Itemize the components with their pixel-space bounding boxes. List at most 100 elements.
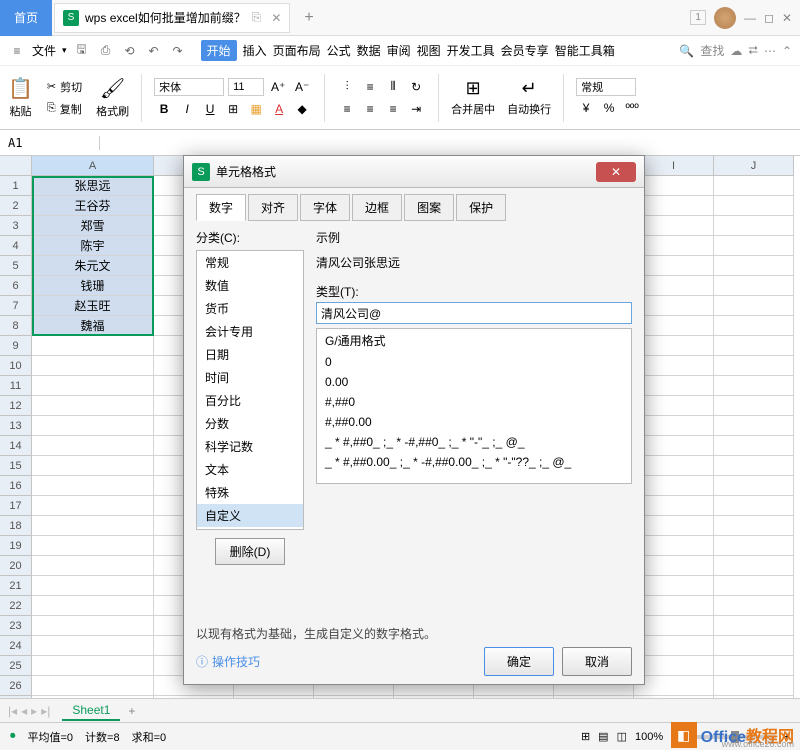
tab-formula[interactable]: 公式 xyxy=(327,42,351,59)
cell[interactable] xyxy=(32,476,154,496)
cell[interactable]: 钱珊 xyxy=(32,276,154,296)
row-header[interactable]: 13 xyxy=(0,416,32,436)
comma-icon[interactable]: ººº xyxy=(622,98,642,118)
cell[interactable] xyxy=(32,496,154,516)
tab-member[interactable]: 会员专享 xyxy=(501,42,549,59)
cell[interactable] xyxy=(714,236,794,256)
row-header[interactable]: 10 xyxy=(0,356,32,376)
italic-button[interactable]: I xyxy=(177,99,197,119)
tab-border[interactable]: 边框 xyxy=(352,194,402,221)
cell[interactable] xyxy=(32,376,154,396)
tab-dev-tools[interactable]: 开发工具 xyxy=(447,42,495,59)
cell[interactable] xyxy=(714,216,794,236)
cell[interactable] xyxy=(714,176,794,196)
cell[interactable] xyxy=(714,356,794,376)
category-item[interactable]: 数值 xyxy=(197,274,303,297)
cell[interactable]: 赵玉旺 xyxy=(32,296,154,316)
cell[interactable] xyxy=(32,436,154,456)
row-header[interactable]: 18 xyxy=(0,516,32,536)
highlight-button[interactable]: ◆ xyxy=(292,99,312,119)
search-label[interactable]: 查找 xyxy=(700,42,724,59)
tab-review[interactable]: 审阅 xyxy=(387,42,411,59)
prev-sheet-icon[interactable]: ◂ xyxy=(21,704,27,718)
type-item[interactable]: _ * #,##0.00_ ;_ * -#,##0.00_ ;_ * "-"??… xyxy=(317,452,631,472)
cell[interactable]: 郑雪 xyxy=(32,216,154,236)
border-button[interactable]: ⊞ xyxy=(223,99,243,119)
tab-font[interactable]: 字体 xyxy=(300,194,350,221)
row-header[interactable]: 1 xyxy=(0,176,32,196)
category-item[interactable]: 自定义 xyxy=(197,504,303,527)
row-header[interactable]: 23 xyxy=(0,616,32,636)
row-header[interactable]: 26 xyxy=(0,676,32,696)
view-break-icon[interactable]: ◫ xyxy=(617,730,627,743)
row-header[interactable]: 3 xyxy=(0,216,32,236)
type-item[interactable]: G/通用格式 xyxy=(317,329,631,352)
cell[interactable] xyxy=(634,316,714,336)
cell[interactable] xyxy=(634,636,714,656)
cell[interactable] xyxy=(634,496,714,516)
cell[interactable] xyxy=(32,676,154,696)
cell[interactable] xyxy=(32,656,154,676)
chevron-down-icon[interactable]: ▾ xyxy=(62,45,67,56)
print-icon[interactable]: ⎙ xyxy=(97,42,115,60)
cell[interactable] xyxy=(634,356,714,376)
tab-smart-tools[interactable]: 智能工具箱 xyxy=(555,42,615,59)
cell[interactable] xyxy=(32,596,154,616)
dialog-close-button[interactable]: ✕ xyxy=(596,162,636,182)
undo-icon[interactable]: ↶ xyxy=(145,42,163,60)
add-sheet-button[interactable]: + xyxy=(128,704,135,718)
share-icon[interactable]: ⮂ xyxy=(748,43,758,58)
cell[interactable] xyxy=(714,416,794,436)
fill-color-button[interactable]: ▦ xyxy=(246,99,266,119)
cell[interactable] xyxy=(634,236,714,256)
category-item[interactable]: 常规 xyxy=(197,251,303,274)
row-header[interactable]: 7 xyxy=(0,296,32,316)
cut-button[interactable]: ✂剪切 xyxy=(45,77,84,97)
cloud-icon[interactable]: ☁ xyxy=(730,44,742,58)
record-icon[interactable]: ⏺ xyxy=(10,730,16,743)
align-bottom-icon[interactable]: ⫴ xyxy=(383,77,403,97)
view-normal-icon[interactable]: ⊞ xyxy=(581,730,590,743)
cell[interactable] xyxy=(634,516,714,536)
category-item[interactable]: 文本 xyxy=(197,458,303,481)
cell[interactable] xyxy=(714,616,794,636)
category-item[interactable]: 百分比 xyxy=(197,389,303,412)
cell[interactable] xyxy=(714,316,794,336)
cell[interactable] xyxy=(32,396,154,416)
tab-protection[interactable]: 保护 xyxy=(456,194,506,221)
close-window-icon[interactable]: ✕ xyxy=(782,11,792,25)
row-header[interactable]: 22 xyxy=(0,596,32,616)
last-sheet-icon[interactable]: ▸| xyxy=(41,704,50,718)
row-header[interactable]: 24 xyxy=(0,636,32,656)
font-size-select[interactable] xyxy=(228,78,264,96)
cell[interactable] xyxy=(714,576,794,596)
percent-icon[interactable]: % xyxy=(599,98,619,118)
auto-wrap-button[interactable]: ↵ 自动换行 xyxy=(507,78,551,117)
cell[interactable] xyxy=(634,456,714,476)
type-item[interactable]: #,##0.00 xyxy=(317,412,631,432)
add-tab-button[interactable]: + xyxy=(292,9,325,27)
row-header[interactable]: 11 xyxy=(0,376,32,396)
type-item[interactable]: _ * #,##0_ ;_ * -#,##0_ ;_ * "-"_ ;_ @_ xyxy=(317,432,631,452)
cell[interactable] xyxy=(714,276,794,296)
tab-options-icon[interactable]: ⎘ xyxy=(252,10,262,25)
cell[interactable] xyxy=(714,556,794,576)
row-header[interactable]: 8 xyxy=(0,316,32,336)
file-menu[interactable]: 文件 xyxy=(32,42,56,59)
cell[interactable] xyxy=(714,676,794,696)
tab-data[interactable]: 数据 xyxy=(357,42,381,59)
maximize-icon[interactable]: ◻ xyxy=(764,11,774,25)
cell[interactable] xyxy=(32,536,154,556)
cell[interactable] xyxy=(32,356,154,376)
number-format-select[interactable] xyxy=(576,78,636,96)
currency-icon[interactable]: ¥ xyxy=(576,98,596,118)
align-top-icon[interactable]: ⫶ xyxy=(337,77,357,97)
merge-center-button[interactable]: ⊞ 合并居中 xyxy=(451,78,495,117)
tab-alignment[interactable]: 对齐 xyxy=(248,194,298,221)
cell[interactable] xyxy=(714,476,794,496)
tab-start[interactable]: 开始 xyxy=(201,40,237,61)
copy-button[interactable]: ⎘复制 xyxy=(45,99,84,119)
preview-icon[interactable]: ⟲ xyxy=(121,42,139,60)
row-header[interactable]: 25 xyxy=(0,656,32,676)
cell[interactable] xyxy=(714,456,794,476)
